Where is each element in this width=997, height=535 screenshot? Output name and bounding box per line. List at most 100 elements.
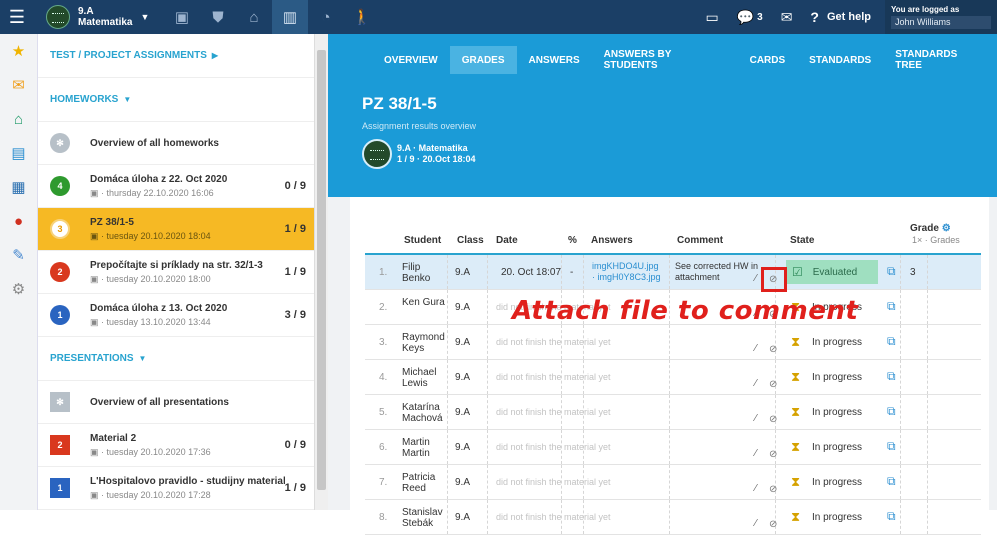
edit-comment-icon[interactable]: ⁄: [755, 413, 757, 424]
home-icon[interactable]: ⌂: [0, 102, 37, 136]
edit-comment-icon[interactable]: ⁄: [755, 483, 757, 494]
header-student[interactable]: Student: [404, 235, 441, 246]
mail-icon[interactable]: ✉: [781, 9, 793, 26]
hourglass-icon: ⧗: [791, 509, 801, 524]
number-badge: 2: [50, 262, 70, 282]
tab-answers-by-students[interactable]: ANSWERS BY STUDENTS: [592, 46, 738, 74]
column-divider: [927, 360, 928, 394]
edit-comment-icon[interactable]: ⁄: [755, 343, 757, 354]
hamburger-menu-icon[interactable]: ☰: [0, 0, 34, 34]
column-divider: [900, 255, 901, 289]
messages-button[interactable]: 💬 3: [737, 9, 763, 26]
shield-icon[interactable]: ⛊: [200, 0, 236, 34]
tab-standards-tree[interactable]: STANDARDS TREE: [883, 46, 997, 74]
list-item[interactable]: 1 Domáca úloha z 13. Oct 2020 ▣ · tuesday …: [38, 294, 314, 337]
attach-file-icon[interactable]: ⊘: [769, 344, 777, 355]
class-selector[interactable]: 9.A Matematika ▼: [34, 0, 164, 34]
state-text: In progress: [812, 442, 863, 453]
header-grade[interactable]: Grade ⚙: [910, 223, 951, 234]
header-percent[interactable]: %: [568, 235, 577, 246]
external-link-icon[interactable]: ⧉: [887, 509, 896, 524]
book-icon[interactable]: ▤: [0, 136, 37, 170]
table-row[interactable]: 5. Katarína Machová 9.A did not finish the …: [365, 395, 981, 430]
attach-file-icon[interactable]: ⊘: [769, 449, 777, 460]
header-answers[interactable]: Answers: [591, 235, 633, 246]
external-link-icon[interactable]: ⧉: [887, 264, 896, 279]
class-cell: 9.A: [455, 267, 471, 278]
attach-file-icon[interactable]: ⊘: [769, 379, 777, 390]
left-scrollbar[interactable]: [314, 34, 328, 510]
external-link-icon[interactable]: ⧉: [887, 439, 896, 454]
briefcase-icon[interactable]: ▣: [164, 0, 200, 34]
header-date[interactable]: Date: [496, 235, 518, 246]
date-cell: 20. Oct 18:07: [501, 267, 562, 278]
grade-cell: 3: [910, 267, 916, 278]
header-state[interactable]: State: [790, 235, 814, 246]
list-item[interactable]: 1 L'Hospitalovo pravidlo - studijny mater…: [38, 467, 314, 510]
column-divider: [900, 465, 901, 499]
external-link-icon[interactable]: ⧉: [887, 334, 896, 349]
external-link-icon[interactable]: ⧉: [887, 299, 896, 314]
gear-icon[interactable]: ⚙: [942, 223, 951, 234]
attach-file-icon[interactable]: ⊘: [769, 519, 777, 530]
answer-link[interactable]: imgKHDO4U.jpg: [592, 261, 659, 271]
table-row[interactable]: 3. Raymond Keys 9.A did not finish the mate…: [365, 325, 981, 360]
tab-answers[interactable]: ANSWERS: [517, 46, 592, 74]
edit-comment-icon[interactable]: ⁄: [755, 518, 757, 529]
external-link-icon[interactable]: ⧉: [887, 369, 896, 384]
table-row[interactable]: 4. Michael Lewis 9.A did not finish the mat…: [365, 360, 981, 395]
tab-cards[interactable]: CARDS: [738, 46, 798, 74]
scroll-thumb[interactable]: [317, 50, 326, 490]
gear-icon[interactable]: ⚙: [0, 272, 37, 306]
help-button[interactable]: ? Get help: [810, 9, 871, 25]
item-date: ▣ · tuesday 20.10.2020 18:00: [90, 274, 285, 285]
item-title: Domáca úloha z 13. Oct 2020: [90, 302, 228, 314]
tab-grades[interactable]: GRADES: [449, 46, 517, 74]
mail-icon[interactable]: ✉: [0, 68, 37, 102]
list-item[interactable]: 4 Domáca úloha z 22. Oct 2020 ▣ · thursday…: [38, 165, 314, 208]
class-cell: 9.A: [455, 302, 471, 313]
list-item[interactable]: ✻ Overview of all presentations: [38, 381, 314, 424]
edit-comment-icon[interactable]: ⁄: [755, 448, 757, 459]
table-row[interactable]: 1. Filip Benko 9.A 20. Oct 18:07- imgKHDO4U.…: [365, 255, 981, 290]
tab-overview[interactable]: OVERVIEW: [372, 46, 450, 74]
header-comment[interactable]: Comment: [677, 235, 723, 246]
chart-icon[interactable]: ▥: [272, 0, 308, 34]
student-name: Filip Benko: [402, 262, 431, 284]
list-item[interactable]: 2 Prepočítajte si príklady na str. 32/1-3…: [38, 251, 314, 294]
edit-comment-icon[interactable]: ⁄: [755, 273, 757, 284]
gauge-icon[interactable]: ◔: [308, 0, 344, 34]
answer-link[interactable]: · imgH0Y8C3.jpg: [592, 272, 661, 282]
star-icon[interactable]: ★: [0, 34, 37, 68]
not-finished-text: did not finish the material yet: [496, 372, 611, 382]
tab-standards[interactable]: STANDARDS: [797, 46, 883, 74]
presentations-section-header[interactable]: PRESENTATIONS ▼: [38, 337, 314, 381]
open-book-icon[interactable]: ▦: [0, 170, 37, 204]
edit-comment-icon[interactable]: ⁄: [755, 378, 757, 389]
institution-icon[interactable]: ⌂: [236, 0, 272, 34]
table-row[interactable]: 7. Patricia Reed 9.A did not finish the mat…: [365, 465, 981, 500]
table-row[interactable]: 8. Stanislav Stebák 9.A did not finish the …: [365, 500, 981, 535]
pencil-icon[interactable]: ✎: [0, 238, 37, 272]
list-item[interactable]: ✻ Overview of all homeworks: [38, 122, 314, 165]
assignments-section-header[interactable]: TEST / PROJECT ASSIGNMENTS ▶: [38, 34, 314, 78]
assignment-title: PZ 38/1-5: [362, 94, 437, 113]
attach-file-icon[interactable]: ⊘: [769, 484, 777, 495]
homeworks-title: HOMEWORKS: [50, 94, 119, 105]
column-divider: [669, 325, 670, 359]
walking-icon[interactable]: 🚶: [344, 0, 380, 34]
cast-icon[interactable]: ▭: [705, 9, 718, 26]
list-item[interactable]: 3 PZ 38/1-5 ▣ · tuesday 20.10.2020 18:04 1 …: [38, 208, 314, 251]
attach-file-icon[interactable]: ⊘: [769, 414, 777, 425]
table-row[interactable]: 6. Martin Martin 9.A did not finish the mat…: [365, 430, 981, 465]
not-finished-text: did not finish the material yet: [496, 477, 611, 487]
item-type-icon: ▣ ·: [90, 446, 107, 457]
external-link-icon[interactable]: ⧉: [887, 474, 896, 489]
column-divider: [900, 290, 901, 324]
homeworks-section-header[interactable]: HOMEWORKS ▼: [38, 78, 314, 122]
external-link-icon[interactable]: ⧉: [887, 404, 896, 419]
chat-icon[interactable]: ●: [0, 204, 37, 238]
user-box[interactable]: You are logged as John Williams: [885, 0, 997, 34]
header-class[interactable]: Class: [457, 235, 484, 246]
list-item[interactable]: 2 Material 2 ▣ · tuesday 20.10.2020 17:36 0…: [38, 424, 314, 467]
